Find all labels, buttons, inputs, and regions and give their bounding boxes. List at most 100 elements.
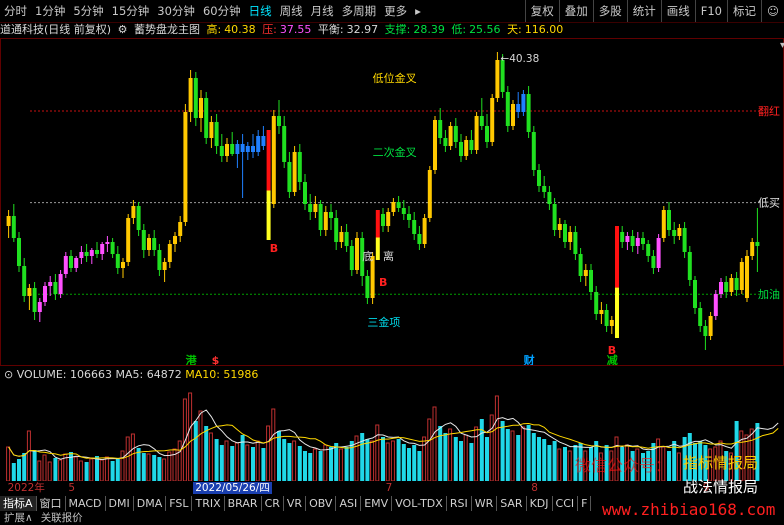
candle-body — [188, 78, 193, 112]
volume-bar-up — [255, 440, 260, 481]
period-tab-10[interactable]: 更多 — [380, 0, 411, 22]
tool-button-5[interactable]: F10 — [694, 0, 727, 22]
period-tab-3[interactable]: 15分钟 — [108, 0, 154, 22]
collapse-icon[interactable]: ▾ — [780, 40, 784, 51]
watermark-site: www.zhibiao168.com — [602, 500, 776, 519]
candle-body — [100, 244, 105, 254]
candle-body — [219, 146, 224, 156]
annotation-1: 二次金叉 — [373, 145, 417, 159]
volume-bar-up — [292, 440, 297, 481]
candle-body — [422, 218, 427, 244]
indicator-tab-15[interactable]: WR — [472, 496, 498, 511]
indicator-tab-11[interactable]: ASI — [336, 496, 362, 511]
volume-bar-down — [344, 447, 349, 481]
tool-button-1[interactable]: 叠加 — [558, 0, 593, 22]
volume-bar-up — [234, 442, 239, 481]
volume-bar-down — [407, 448, 411, 481]
period-tab-9[interactable]: 多周期 — [338, 0, 381, 22]
signal-candle-top — [615, 226, 619, 288]
buy-marker-1: B — [379, 276, 387, 289]
indicator-tab-9[interactable]: VR — [284, 496, 307, 511]
volume-bar-up — [245, 444, 250, 481]
stock-title[interactable]: 道通科技(日线 前复权) — [0, 23, 111, 36]
period-tab-5[interactable]: 60分钟 — [199, 0, 245, 22]
candle-body — [303, 182, 307, 204]
indicator-tab-5[interactable]: FSL — [166, 496, 193, 511]
volume-bar-up — [208, 432, 213, 481]
event-marker-3: 减 — [607, 353, 618, 366]
period-tab-2[interactable]: 5分钟 — [69, 0, 107, 22]
candlestick-chart[interactable]: 翻红低买加油←40.38←25.56低位金叉二次金叉底离三金项BBB港$财减 — [0, 38, 784, 366]
indicator-tab-2[interactable]: MACD — [66, 496, 106, 511]
candle-body — [703, 326, 708, 336]
period-tab-4[interactable]: 30分钟 — [153, 0, 199, 22]
stock-info-bar: 道通科技(日线 前复权) ⚙ 蓄势盘龙主图 高: 40.38 压: 37.55 平衡… — [0, 22, 784, 38]
tool-button-2[interactable]: 多股 — [592, 0, 627, 22]
candle-body — [349, 246, 354, 270]
candle-body — [708, 316, 713, 336]
volume-bar-down — [334, 443, 339, 481]
candle-body — [74, 258, 79, 268]
indicator-tab-7[interactable]: BRAR — [225, 496, 262, 511]
period-tab-1[interactable]: 1分钟 — [31, 0, 69, 22]
volume-bar-down — [469, 443, 474, 481]
period-tab-0[interactable]: 分时 — [0, 0, 31, 22]
candle-body — [105, 242, 110, 244]
indicator-tab-12[interactable]: EMV — [361, 496, 393, 511]
indicator-tab-13[interactable]: VOL-TDX — [392, 496, 447, 511]
volume-bar-down — [537, 437, 541, 481]
candle-body — [240, 144, 245, 152]
low-value: 25.56 — [469, 23, 501, 36]
tool-button-3[interactable]: 统计 — [626, 0, 661, 22]
volume-bar-up — [427, 418, 432, 481]
cursor-date-box: 2022/05/26/四 — [193, 482, 272, 494]
indicator-tab-17[interactable]: KDJ — [527, 496, 553, 511]
volume-bar-up — [58, 459, 63, 481]
tool-button-0[interactable]: 复权 — [524, 0, 559, 22]
indicator-tab-4[interactable]: DMA — [134, 496, 167, 511]
candle-body — [677, 228, 682, 236]
volume-bar-up — [474, 426, 479, 481]
indicator-tab-18[interactable]: CCI — [553, 496, 579, 511]
candle-body — [37, 302, 42, 312]
candle-body — [27, 288, 32, 296]
indicator-tab-6[interactable]: TRIX — [192, 496, 225, 511]
support-label: 支撑: — [384, 23, 411, 36]
indicator-tab-19[interactable]: F — [578, 496, 592, 511]
annotation-3: 离 — [383, 249, 394, 263]
tool-button-4[interactable]: 画线 — [660, 0, 695, 22]
volume-bar-up — [42, 454, 47, 481]
tool-button-6[interactable]: 标记 — [727, 0, 761, 22]
volume-bar-up — [385, 442, 390, 481]
indicator-tab-16[interactable]: SAR — [497, 496, 527, 511]
indicator-tab-14[interactable]: RSI — [447, 496, 472, 511]
volume-bar-up — [375, 424, 380, 481]
candle-body — [724, 282, 729, 292]
bottom-item-1[interactable]: 关联报价 — [37, 511, 87, 525]
annotation-2: 底 — [362, 249, 373, 263]
more-arrow-icon[interactable]: ▸ — [411, 0, 425, 22]
volume-toggle-icon[interactable]: ⊙ — [4, 368, 13, 381]
indicator-tab-0[interactable]: 指标A — [0, 496, 37, 511]
right-toolbar: 复权 叠加 多股 统计 画线 F10 标记 ☺ — [524, 0, 784, 22]
candle-body — [682, 228, 687, 252]
indicator-tab-1[interactable]: 窗口 — [37, 496, 66, 511]
indicator-tab-8[interactable]: CR — [262, 496, 284, 511]
watermark-brand-1: 指标情报局 — [683, 454, 759, 472]
period-tab-8[interactable]: 月线 — [307, 0, 338, 22]
volume-bar-up — [224, 440, 229, 481]
indicator-tab-3[interactable]: DMI — [106, 496, 134, 511]
volume-bar-up — [557, 448, 562, 481]
period-tab-7[interactable]: 周线 — [276, 0, 307, 22]
period-tab-6[interactable]: 日线 — [245, 0, 276, 22]
candle-body — [448, 126, 453, 146]
candle-body — [625, 236, 630, 242]
indicator-name[interactable]: 蓄势盘龙主图 — [134, 23, 200, 36]
user-icon[interactable]: ☺ — [761, 0, 784, 22]
indicator-tab-10[interactable]: OBV — [306, 496, 337, 511]
candle-body — [136, 206, 141, 230]
volume-bar-down — [157, 457, 162, 481]
candle-body — [22, 266, 27, 296]
bottom-item-0[interactable]: 扩展∧ — [0, 511, 37, 525]
gear-icon[interactable]: ⚙ — [118, 23, 128, 36]
